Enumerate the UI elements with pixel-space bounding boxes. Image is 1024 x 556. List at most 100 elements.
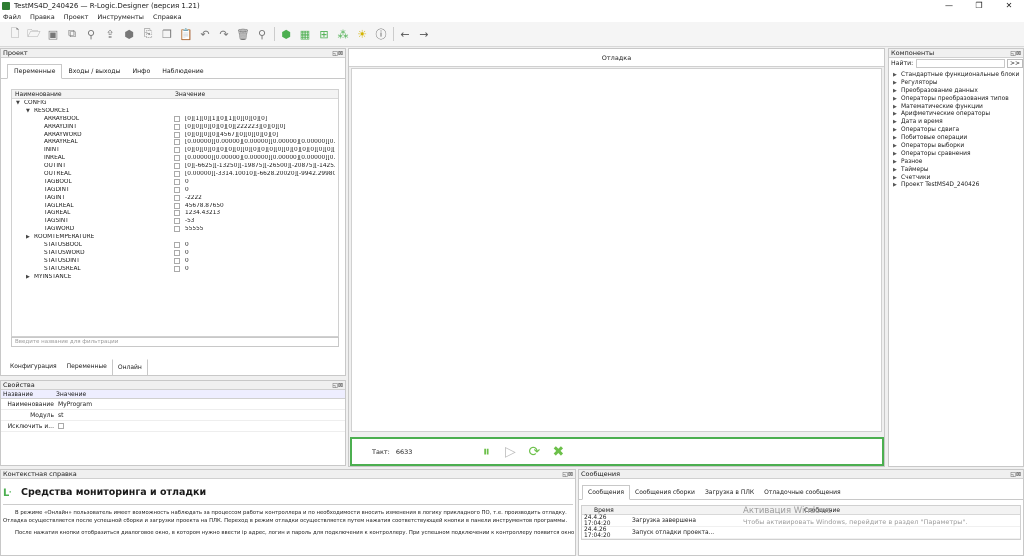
- back-icon[interactable]: ←: [398, 27, 412, 41]
- watch-checkbox[interactable]: [174, 155, 180, 162]
- caret-right-icon[interactable]: ▶: [893, 80, 901, 86]
- component-group[interactable]: ▶ Операторы сдвига: [893, 127, 1023, 135]
- caret-right-icon[interactable]: ▶: [26, 274, 34, 280]
- caret-right-icon[interactable]: ▶: [893, 104, 901, 110]
- refresh-icon[interactable]: ⟳: [526, 444, 542, 460]
- variable-row[interactable]: TAGSINT -53: [12, 217, 338, 225]
- caret-down-icon[interactable]: ▼: [26, 108, 34, 114]
- caret-right-icon[interactable]: ▶: [893, 111, 901, 117]
- blocks-icon[interactable]: ▦: [298, 27, 312, 41]
- variable-row[interactable]: STATUSBOOL 0: [12, 241, 338, 249]
- variable-row[interactable]: INREAL [0.00000][0.00000][0.00000][0.0000…: [12, 154, 338, 162]
- component-group[interactable]: ▶ Разное: [893, 159, 1023, 167]
- tab-online[interactable]: Онлайн: [111, 359, 148, 376]
- copy-icon[interactable]: ❐: [160, 27, 174, 41]
- watch-checkbox[interactable]: [174, 131, 180, 138]
- upload-icon[interactable]: ⇪: [103, 27, 117, 41]
- watch-checkbox[interactable]: [174, 194, 180, 201]
- search-input[interactable]: [916, 59, 1005, 68]
- component-group[interactable]: ▶ Операторы выборки: [893, 143, 1023, 151]
- tab-plc-upload[interactable]: Загрузка в ПЛК: [700, 486, 759, 499]
- tab-debug-messages[interactable]: Отладочные сообщения: [759, 486, 845, 499]
- component-group[interactable]: ▶ Математические функции: [893, 104, 1023, 112]
- caret-right-icon[interactable]: ▶: [893, 182, 901, 188]
- pause-icon[interactable]: ⏸: [478, 444, 494, 460]
- tab-configuration[interactable]: Конфигурация: [5, 359, 62, 374]
- tab-watch[interactable]: Наблюдение: [156, 65, 209, 78]
- panel-window-buttons[interactable]: ◱⊠: [332, 382, 345, 389]
- component-group[interactable]: ▶ Побитовые операции: [893, 135, 1023, 143]
- tab-variables-bottom[interactable]: Переменные: [62, 359, 112, 374]
- component-group[interactable]: ▶ Регуляторы: [893, 80, 1023, 88]
- component-group[interactable]: ▶ Преобразование данных: [893, 88, 1023, 96]
- property-row[interactable]: Модуль st: [1, 410, 345, 421]
- tab-info[interactable]: Инфо: [126, 65, 156, 78]
- variable-row[interactable]: TAGLREAL 45678.87650: [12, 202, 338, 210]
- tab-variables[interactable]: Переменные: [7, 64, 63, 79]
- watch-checkbox[interactable]: [174, 163, 180, 170]
- variable-row[interactable]: ▼ RESOURCE1: [12, 107, 338, 115]
- filter-input[interactable]: Введите название для фильтрации: [11, 337, 339, 347]
- caret-right-icon[interactable]: ▶: [893, 151, 901, 157]
- caret-right-icon[interactable]: ▶: [893, 72, 901, 78]
- panel-window-buttons[interactable]: ◱⊠: [332, 50, 345, 57]
- tab-messages[interactable]: Сообщения: [582, 485, 631, 500]
- variable-row[interactable]: TAGWORD 55555: [12, 225, 338, 233]
- caret-right-icon[interactable]: ▶: [893, 143, 901, 149]
- variable-row[interactable]: OUTINT [0][-6625][-13250][-19875][-26500]…: [12, 162, 338, 170]
- variable-row[interactable]: ININT [0][0][0][0][0][0][0][0][0][0][0][0…: [12, 146, 338, 154]
- caret-down-icon[interactable]: ▼: [16, 100, 24, 106]
- caret-right-icon[interactable]: ▶: [893, 135, 901, 141]
- caret-right-icon[interactable]: ▶: [893, 167, 901, 173]
- panel-window-buttons[interactable]: ◱⊠: [1010, 50, 1023, 57]
- component-group[interactable]: ▶ Проект TestMS4D_240426: [893, 182, 1023, 190]
- variable-row[interactable]: ARRAYBOOL [0][1][0][1][0][1][0][0][0][0]: [12, 115, 338, 123]
- redo-icon[interactable]: ↷: [217, 27, 231, 41]
- property-value[interactable]: st: [56, 412, 63, 419]
- watch-checkbox[interactable]: [174, 257, 180, 264]
- variable-row[interactable]: ARRAYREAL [0.00000][0.00000][0.00000][0.0…: [12, 138, 338, 146]
- info-icon[interactable]: ⓘ: [374, 27, 388, 41]
- watch-checkbox[interactable]: [174, 123, 180, 130]
- caret-right-icon[interactable]: ▶: [893, 127, 901, 133]
- menu-edit[interactable]: Правка: [30, 13, 55, 21]
- tab-build-messages[interactable]: Сообщения сборки: [630, 486, 700, 499]
- network-icon[interactable]: ⊞: [317, 27, 331, 41]
- watch-checkbox[interactable]: [174, 202, 180, 209]
- variable-row[interactable]: TAGREAL 1234.43213: [12, 209, 338, 217]
- variable-row[interactable]: TAGDINT 0: [12, 186, 338, 194]
- component-group[interactable]: ▶ Дата и время: [893, 119, 1023, 127]
- panel-window-buttons[interactable]: ◱⊠: [1010, 471, 1023, 478]
- watch-checkbox[interactable]: [174, 218, 180, 225]
- watch-checkbox[interactable]: [174, 147, 180, 154]
- variable-row[interactable]: STATUSREAL 0: [12, 265, 338, 273]
- hierarchy-icon[interactable]: ⁂: [336, 27, 350, 41]
- watch-checkbox[interactable]: [174, 241, 180, 248]
- caret-right-icon[interactable]: ▶: [893, 119, 901, 125]
- minimize-button[interactable]: —: [934, 0, 964, 12]
- menu-file[interactable]: Файл: [3, 13, 21, 21]
- caret-right-icon[interactable]: ▶: [893, 88, 901, 94]
- caret-right-icon[interactable]: ▶: [893, 175, 901, 181]
- component-group[interactable]: ▶ Счетчики: [893, 175, 1023, 183]
- variable-row[interactable]: ▶ ROOMTEMPERATURE: [12, 233, 338, 241]
- property-row[interactable]: Наименование MyProgram: [1, 399, 345, 410]
- light-icon[interactable]: ☀: [355, 27, 369, 41]
- variable-row[interactable]: STATUSDINT 0: [12, 257, 338, 265]
- variable-row[interactable]: ▶ MYINSTANCE: [12, 273, 338, 281]
- property-row[interactable]: Исключить и...: [1, 421, 345, 432]
- variable-row[interactable]: ▼ CONFIG: [12, 99, 338, 107]
- package-icon[interactable]: ⬢: [122, 27, 136, 41]
- caret-right-icon[interactable]: ▶: [893, 96, 901, 102]
- delete-icon[interactable]: 🗑: [236, 27, 250, 41]
- menu-help[interactable]: Справка: [153, 13, 182, 21]
- menu-tools[interactable]: Инструменты: [97, 13, 144, 21]
- watch-checkbox[interactable]: [174, 210, 180, 217]
- debug-canvas[interactable]: [351, 68, 882, 432]
- paste-icon[interactable]: 📋: [179, 27, 193, 41]
- menu-project[interactable]: Проект: [64, 13, 89, 21]
- close-button[interactable]: ✕: [994, 0, 1024, 12]
- watch-checkbox[interactable]: [174, 226, 180, 233]
- forward-icon[interactable]: →: [417, 27, 431, 41]
- component-group[interactable]: ▶ Операторы сравнения: [893, 151, 1023, 159]
